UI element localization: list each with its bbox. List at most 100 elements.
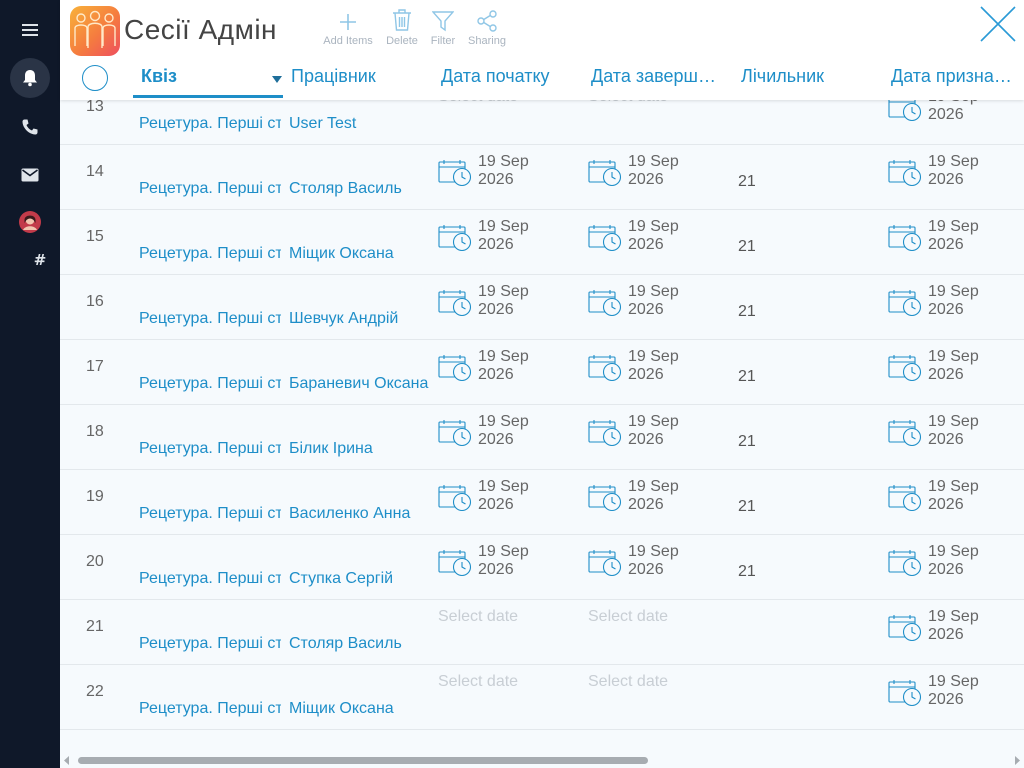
assigned-date-value: 19 Sep 2026 bbox=[928, 348, 979, 383]
start-date-placeholder[interactable]: Select date bbox=[438, 100, 518, 106]
calendar-clock-icon bbox=[588, 225, 622, 252]
delete-button[interactable]: Delete bbox=[382, 4, 422, 47]
select-all-checkbox[interactable] bbox=[82, 65, 108, 91]
table-body: 13 Рецетура. Перші ст User Test Select date… bbox=[60, 100, 1024, 752]
notifications-button[interactable] bbox=[0, 58, 60, 98]
row-number: 14 bbox=[86, 163, 104, 180]
menu-button[interactable] bbox=[0, 18, 60, 42]
end-date-value: 19 Sep 2026 bbox=[628, 478, 679, 513]
table-row[interactable]: 22 Рецетура. Перші ст Міщик Оксана Select d… bbox=[60, 665, 1024, 730]
table-row[interactable]: 19 Рецетура. Перші ст Василенко Анна 21 19 … bbox=[60, 470, 1024, 535]
add-items-button[interactable]: Add Items bbox=[320, 4, 376, 47]
menu-icon bbox=[22, 24, 38, 36]
calendar-clock-icon bbox=[888, 485, 922, 512]
assigned-date-value: 19 Sep 2026 bbox=[928, 153, 979, 188]
calendar-clock-icon bbox=[888, 100, 922, 122]
column-header-start-date[interactable]: Дата початку bbox=[441, 66, 581, 87]
end-date-value: 19 Sep 2026 bbox=[628, 283, 679, 318]
employee-link[interactable]: Шевчук Андрій bbox=[289, 310, 398, 328]
column-header-end-date[interactable]: Дата заверш… bbox=[591, 66, 731, 87]
employee-link[interactable]: Столяр Василь bbox=[289, 635, 402, 653]
calendar-clock-icon bbox=[588, 550, 622, 577]
table-row[interactable]: 14 Рецетура. Перші ст Столяр Василь 21 19 S… bbox=[60, 145, 1024, 210]
scroll-left-icon[interactable] bbox=[64, 756, 70, 765]
quiz-link[interactable]: Рецетура. Перші ст bbox=[139, 570, 281, 588]
calendar-clock-icon bbox=[588, 485, 622, 512]
table-row[interactable]: 13 Рецетура. Перші ст User Test Select date… bbox=[60, 100, 1024, 145]
start-date-placeholder[interactable]: Select date bbox=[438, 673, 518, 691]
quiz-link[interactable]: Рецетура. Перші ст bbox=[139, 700, 281, 718]
add-items-label: Add Items bbox=[323, 35, 373, 47]
column-header-assigned-date[interactable]: Дата призна… bbox=[891, 66, 1024, 87]
row-number: 18 bbox=[86, 423, 104, 440]
table-row[interactable]: 18 Рецетура. Перші ст Білик Ірина 21 19 Sep… bbox=[60, 405, 1024, 470]
row-number: 20 bbox=[86, 553, 104, 570]
column-header-quiz[interactable]: Квіз bbox=[141, 66, 251, 87]
hash-icon: # bbox=[33, 251, 47, 269]
scrollbar-thumb[interactable] bbox=[78, 757, 648, 764]
counter-value: 21 bbox=[738, 173, 756, 190]
close-button[interactable] bbox=[978, 4, 1018, 44]
horizontal-scrollbar[interactable] bbox=[60, 752, 1024, 768]
table-row[interactable]: 15 Рецетура. Перші ст Міщик Оксана 21 19 Se… bbox=[60, 210, 1024, 275]
delete-label: Delete bbox=[386, 35, 418, 47]
row-number: 21 bbox=[86, 618, 104, 635]
calendar-clock-icon bbox=[438, 290, 472, 317]
phone-button[interactable] bbox=[0, 116, 60, 138]
quiz-link[interactable]: Рецетура. Перші ст bbox=[139, 375, 281, 393]
counter-value: 21 bbox=[738, 563, 756, 580]
quiz-link[interactable]: Рецетура. Перші ст bbox=[139, 635, 281, 653]
mail-button[interactable] bbox=[0, 164, 60, 186]
assigned-date-value: 19 Sep 2026 bbox=[928, 413, 979, 448]
employee-link[interactable]: Столяр Василь bbox=[289, 180, 402, 198]
table-row[interactable]: 16 Рецетура. Перші ст Шевчук Андрій 21 19 S… bbox=[60, 275, 1024, 340]
start-date-value: 19 Sep 2026 bbox=[478, 413, 529, 448]
calendar-clock-icon bbox=[438, 355, 472, 382]
employee-link[interactable]: Міщик Оксана bbox=[289, 245, 394, 263]
column-header-employee[interactable]: Працівник bbox=[291, 66, 431, 87]
people-icon bbox=[74, 10, 116, 48]
filter-label: Filter bbox=[430, 35, 456, 47]
employee-link[interactable]: Ступка Сергій bbox=[289, 570, 393, 588]
quiz-link[interactable]: Рецетура. Перші ст bbox=[139, 440, 281, 458]
employee-link[interactable]: Міщик Оксана bbox=[289, 700, 394, 718]
calendar-clock-icon bbox=[888, 355, 922, 382]
counter-value: 21 bbox=[738, 433, 756, 450]
assigned-date-value: 19 Sep 2026 bbox=[928, 100, 979, 123]
plus-icon bbox=[340, 14, 356, 30]
quiz-link[interactable]: Рецетура. Перші ст bbox=[139, 180, 281, 198]
start-date-placeholder[interactable]: Select date bbox=[438, 608, 518, 626]
quiz-link[interactable]: Рецетура. Перші ст bbox=[139, 245, 281, 263]
calendar-clock-icon bbox=[438, 550, 472, 577]
filter-icon bbox=[432, 11, 454, 32]
start-date-value: 19 Sep 2026 bbox=[478, 348, 529, 383]
scroll-right-icon[interactable] bbox=[1014, 756, 1020, 765]
end-date-placeholder[interactable]: Select date bbox=[588, 608, 668, 626]
header: Сесії Адмін Add Items Delete Filter Shar… bbox=[60, 0, 1024, 100]
sharing-label: Sharing bbox=[468, 35, 506, 47]
employee-link[interactable]: Бараневич Оксана bbox=[289, 375, 428, 393]
table-row[interactable]: 20 Рецетура. Перші ст Ступка Сергій 21 19 S… bbox=[60, 535, 1024, 600]
table-row[interactable]: 17 Рецетура. Перші ст Бараневич Оксана 21 1… bbox=[60, 340, 1024, 405]
employee-link[interactable]: User Test bbox=[289, 115, 356, 133]
phone-icon bbox=[22, 119, 38, 135]
counter-value: 21 bbox=[738, 368, 756, 385]
calendar-clock-icon bbox=[888, 420, 922, 447]
sort-arrow-icon[interactable] bbox=[272, 76, 282, 83]
end-date-placeholder[interactable]: Select date bbox=[588, 673, 668, 691]
start-date-value: 19 Sep 2026 bbox=[478, 283, 529, 318]
end-date-value: 19 Sep 2026 bbox=[628, 218, 679, 253]
filter-button[interactable]: Filter bbox=[426, 4, 460, 47]
quiz-link[interactable]: Рецетура. Перші ст bbox=[139, 505, 281, 523]
employee-link[interactable]: Білик Ірина bbox=[289, 440, 373, 458]
sharing-button[interactable]: Sharing bbox=[464, 4, 510, 47]
end-date-placeholder[interactable]: Select date bbox=[588, 100, 668, 106]
employee-link[interactable]: Василенко Анна bbox=[289, 505, 410, 523]
sidebar: # bbox=[0, 0, 60, 768]
quiz-link[interactable]: Рецетура. Перші ст bbox=[139, 115, 281, 133]
column-header-counter[interactable]: Лічильник bbox=[741, 66, 881, 87]
calendar-clock-icon bbox=[438, 225, 472, 252]
avatar[interactable] bbox=[0, 210, 60, 234]
quiz-link[interactable]: Рецетура. Перші ст bbox=[139, 310, 281, 328]
table-row[interactable]: 21 Рецетура. Перші ст Столяр Василь Select … bbox=[60, 600, 1024, 665]
